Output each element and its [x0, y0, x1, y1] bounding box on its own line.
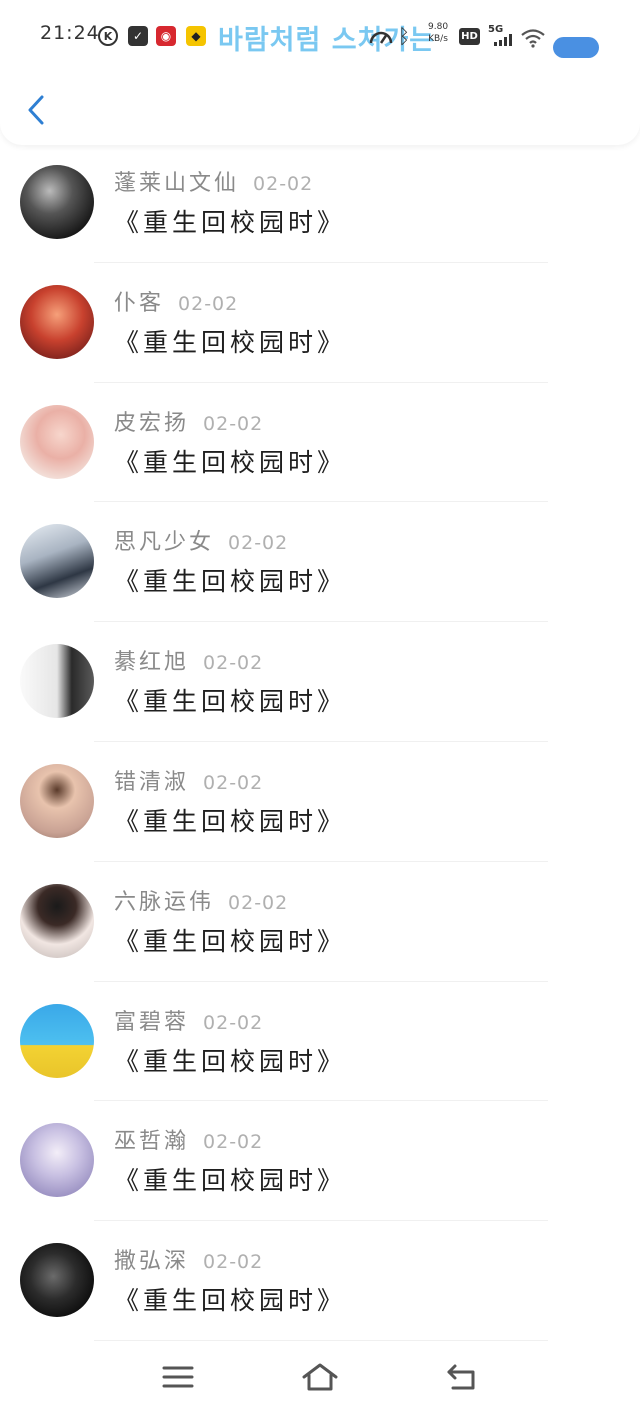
avatar[interactable]	[20, 524, 94, 599]
divider	[94, 1220, 548, 1222]
avatar[interactable]	[20, 1243, 94, 1318]
speed-unit: KB/s	[428, 34, 448, 44]
item-date: 02-02	[253, 173, 314, 195]
item-message: 《重生回校园时》	[114, 806, 347, 836]
item-message: 《重生回校园时》	[114, 1046, 347, 1076]
divider	[94, 740, 548, 742]
item-message: 《重生回校园时》	[114, 567, 347, 597]
item-date: 02-02	[203, 1251, 264, 1274]
netease-music-icon: ◉	[156, 26, 176, 46]
list-item[interactable]: 思凡少女 02-02 《重生回校园时》	[0, 504, 640, 624]
item-header: 思凡少女 02-02	[114, 524, 288, 556]
item-name: 仆客	[114, 290, 165, 316]
divider	[94, 1339, 548, 1341]
menu-icon	[162, 1366, 194, 1388]
divider	[94, 381, 548, 383]
item-name: 错清淑	[114, 769, 190, 795]
back-button[interactable]	[22, 92, 50, 128]
item-date: 02-02	[203, 771, 264, 794]
item-name: 六脉运伟	[114, 889, 215, 915]
home-icon	[302, 1363, 338, 1391]
item-header: 错清淑 02-02	[114, 764, 263, 796]
status-time: 21:24	[40, 22, 100, 44]
item-header: 仆客 02-02	[114, 285, 238, 317]
back-icon	[447, 1364, 475, 1390]
item-date: 02-02	[228, 891, 289, 914]
avatar[interactable]	[20, 404, 94, 479]
item-message: 《重生回校园时》	[114, 327, 347, 357]
avatar[interactable]	[20, 763, 94, 838]
list-item[interactable]: 皮宏扬 02-02 《重生回校园时》	[0, 385, 640, 505]
item-date: 02-02	[203, 1011, 264, 1034]
item-name: 皮宏扬	[114, 410, 190, 436]
duck-app-icon: ◆	[186, 26, 206, 46]
item-date: 02-02	[203, 1131, 264, 1154]
avatar[interactable]	[20, 284, 94, 359]
avatar[interactable]	[20, 165, 94, 239]
system-nav-bar	[0, 1345, 640, 1415]
item-date: 02-02	[228, 532, 289, 555]
divider	[94, 621, 548, 623]
item-header: 皮宏扬 02-02	[114, 405, 263, 437]
divider	[94, 261, 548, 263]
list-item[interactable]: 六脉运伟 02-02 《重生回校园时》	[0, 864, 640, 984]
message-list: 蓬莱山文仙 02-02 《重生回校园时》 仆客 02-02 《重生回校园时》 皮宏扬…	[0, 145, 640, 1343]
item-message: 《重生回校园时》	[114, 687, 347, 717]
item-date: 02-02	[178, 292, 239, 315]
item-header: 蓬莱山文仙 02-02	[114, 165, 313, 197]
hd-icon: HD	[459, 28, 480, 45]
header: 21:24 K ✓ ◉ ◆ 바람처럼 스쳐가는 ᛒ 9.80 KB/s HD 5…	[0, 0, 640, 145]
item-name: 撒弘深	[114, 1249, 190, 1275]
item-header: 綦红旭 02-02	[114, 644, 263, 676]
k-app-icon: K	[98, 26, 118, 46]
speed-value: 9.80	[428, 22, 449, 32]
item-header: 撒弘深 02-02	[114, 1243, 263, 1275]
divider	[94, 980, 548, 982]
item-name: 綦红旭	[114, 650, 190, 676]
avatar[interactable]	[20, 883, 94, 958]
avatar[interactable]	[20, 1123, 94, 1198]
item-date: 02-02	[203, 412, 264, 435]
list-item[interactable]: 綦红旭 02-02 《重生回校园时》	[0, 624, 640, 744]
item-message: 《重生回校园时》	[114, 926, 347, 956]
chevron-left-icon	[28, 95, 44, 125]
wifi-icon	[521, 29, 545, 48]
item-name: 巫哲瀚	[114, 1129, 190, 1155]
divider	[94, 860, 548, 862]
item-message: 《重生回校园时》	[114, 1166, 347, 1196]
item-date: 02-02	[203, 652, 264, 675]
list-item[interactable]: 巫哲瀚 02-02 《重生回校园时》	[0, 1103, 640, 1223]
bluetooth-icon: ᛒ	[398, 24, 410, 48]
item-message: 《重生回校园时》	[114, 447, 347, 477]
item-name: 蓬莱山文仙	[114, 171, 240, 196]
divider	[94, 501, 548, 503]
list-item[interactable]: 仆客 02-02 《重生回校园时》	[0, 265, 640, 385]
item-message: 《重生回校园时》	[114, 208, 347, 237]
clipboard-icon: ✓	[128, 26, 148, 46]
signal-icon	[494, 34, 512, 46]
avatar[interactable]	[20, 1003, 94, 1078]
item-header: 巫哲瀚 02-02	[114, 1123, 263, 1155]
list-item[interactable]: 蓬莱山文仙 02-02 《重生回校园时》	[0, 145, 640, 265]
nav-back-button[interactable]	[432, 1357, 492, 1397]
item-header: 富碧蓉 02-02	[114, 1004, 263, 1036]
item-header: 六脉运伟 02-02	[114, 884, 288, 916]
nav-menu-button[interactable]	[148, 1357, 208, 1397]
list-item[interactable]: 撒弘深 02-02 《重生回校园时》	[0, 1223, 640, 1343]
item-name: 思凡少女	[114, 530, 215, 556]
nav-home-button[interactable]	[290, 1357, 350, 1397]
divider	[94, 1100, 548, 1102]
item-message: 《重生回校园时》	[114, 1286, 347, 1316]
list-item[interactable]: 错清淑 02-02 《重生回校园时》	[0, 744, 640, 864]
network-speed: 9.80 KB/s	[428, 21, 448, 45]
list-item[interactable]: 富碧蓉 02-02 《重生回校园时》	[0, 984, 640, 1104]
avatar[interactable]	[20, 644, 94, 719]
status-bar: 21:24 K ✓ ◉ ◆ 바람처럼 스쳐가는 ᛒ 9.80 KB/s HD 5…	[0, 12, 640, 58]
battery-icon	[553, 37, 599, 58]
item-name: 富碧蓉	[114, 1009, 190, 1035]
speed-gauge-icon	[369, 31, 393, 44]
